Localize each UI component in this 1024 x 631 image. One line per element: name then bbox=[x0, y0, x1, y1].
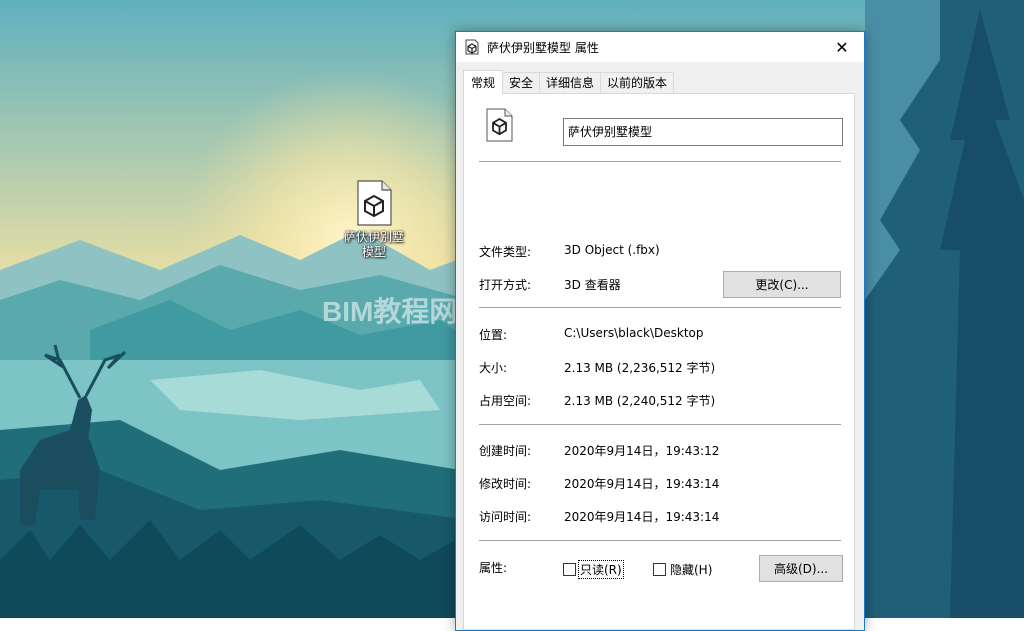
accessed-label: 访问时间: bbox=[479, 510, 532, 524]
dialog-title: 萨伏伊别墅模型 属性 bbox=[487, 40, 599, 55]
size-on-disk-label: 占用空间: bbox=[479, 394, 532, 408]
attributes-label: 属性: bbox=[479, 561, 508, 575]
open-with-value: 3D 查看器 bbox=[564, 278, 621, 292]
open-with-label: 打开方式: bbox=[479, 278, 532, 292]
file-name-input[interactable]: 萨伏伊别墅模型 bbox=[563, 118, 843, 146]
hidden-checkbox[interactable]: 隐藏(H) bbox=[653, 561, 713, 578]
dialog-titlebar[interactable]: 萨伏伊别墅模型 属性 ✕ bbox=[456, 32, 864, 62]
close-icon: ✕ bbox=[835, 37, 849, 57]
advanced-button[interactable]: 高级(D)... bbox=[759, 555, 843, 582]
hidden-checkbox-label[interactable]: 隐藏(H) bbox=[669, 561, 713, 578]
modified-value: 2020年9月14日，19:43:14 bbox=[564, 477, 720, 491]
modified-label: 修改时间: bbox=[479, 477, 532, 491]
separator bbox=[479, 307, 841, 308]
tab-general[interactable]: 常规 bbox=[463, 70, 504, 94]
tab-strip: 常规 安全 详细信息 以前的版本 bbox=[463, 70, 675, 94]
dialog-body: 常规 安全 详细信息 以前的版本 萨伏伊别墅模型 文件类型: 3D Object… bbox=[456, 62, 864, 630]
file-type-label: 文件类型: bbox=[479, 245, 532, 259]
location-value: C:\Users\black\Desktop bbox=[564, 326, 704, 340]
created-label: 创建时间: bbox=[479, 444, 532, 458]
tab-security[interactable]: 安全 bbox=[502, 72, 541, 93]
separator bbox=[479, 424, 841, 425]
desktop-file-icon[interactable]: 萨伏伊别墅模型 bbox=[330, 180, 418, 260]
readonly-checkbox[interactable]: 只读(R) bbox=[563, 560, 624, 579]
readonly-checkbox-label[interactable]: 只读(R) bbox=[578, 560, 624, 579]
properties-dialog: 萨伏伊别墅模型 属性 ✕ 常规 安全 详细信息 以前的版本 萨伏伊别墅模型 文件… bbox=[455, 31, 865, 631]
size-on-disk-value: 2.13 MB (2,240,512 字节) bbox=[564, 394, 716, 408]
separator bbox=[479, 161, 841, 162]
accessed-value: 2020年9月14日，19:43:14 bbox=[564, 510, 720, 524]
change-button[interactable]: 更改(C)... bbox=[723, 271, 841, 298]
close-button[interactable]: ✕ bbox=[820, 32, 864, 62]
separator bbox=[479, 540, 841, 541]
fbx-file-large-icon bbox=[486, 108, 513, 142]
size-value: 2.13 MB (2,236,512 字节) bbox=[564, 361, 716, 375]
readonly-checkbox-box[interactable] bbox=[563, 563, 576, 576]
general-panel: 萨伏伊别墅模型 文件类型: 3D Object (.fbx) 打开方式: 3D … bbox=[463, 93, 855, 630]
hidden-checkbox-box[interactable] bbox=[653, 563, 666, 576]
desktop-icon-label: 萨伏伊别墅模型 bbox=[343, 230, 404, 259]
tab-previous-versions[interactable]: 以前的版本 bbox=[600, 72, 675, 93]
size-label: 大小: bbox=[479, 361, 508, 375]
location-label: 位置: bbox=[479, 328, 508, 342]
fbx-file-icon bbox=[356, 180, 392, 226]
created-value: 2020年9月14日，19:43:12 bbox=[564, 444, 720, 458]
file-type-value: 3D Object (.fbx) bbox=[564, 243, 660, 257]
tab-details[interactable]: 详细信息 bbox=[539, 72, 602, 93]
fbx-file-small-icon bbox=[465, 39, 479, 55]
